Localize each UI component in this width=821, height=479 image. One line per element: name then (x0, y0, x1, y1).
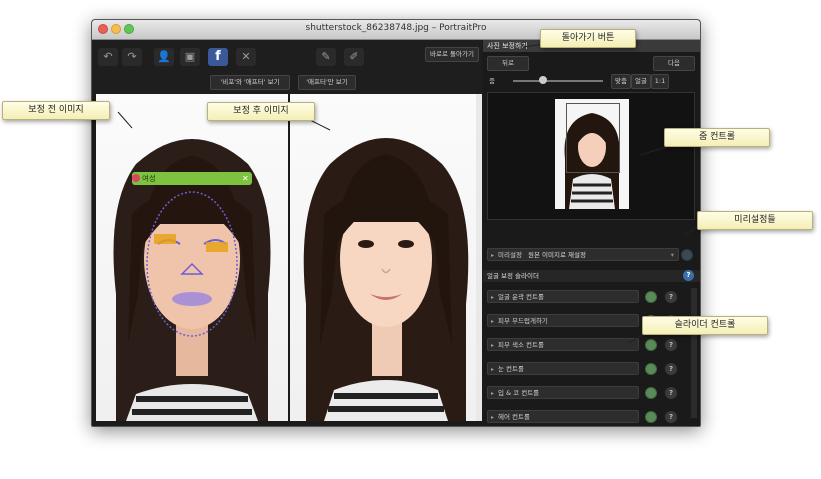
app-window: shutterstock_86238748.jpg – PortraitPro … (91, 19, 701, 427)
after-image[interactable] (290, 94, 482, 421)
next-button[interactable]: 다음 (653, 56, 695, 71)
navigator-view[interactable] (487, 92, 695, 220)
preset-row[interactable]: 미리설정 원본 이미지로 재설정 ▾ (487, 248, 679, 262)
slider-toggle-icon[interactable] (645, 339, 657, 351)
slider-help-icon[interactable]: ? (665, 387, 677, 399)
zoom-face-button[interactable]: 얼굴 (631, 74, 651, 89)
gender-close-icon[interactable]: ✕ (242, 172, 249, 185)
callout-zoom-control: 줌 컨트롤 (664, 128, 770, 147)
people-icon[interactable]: 👤 (154, 48, 174, 66)
callout-slider-controls: 슬라이더 컨트롤 (642, 316, 768, 335)
zoom-label: 줌 (489, 77, 495, 85)
sliders-header: 얼굴 보정 슬라이더 (487, 272, 539, 280)
slider-row[interactable]: 피부 색소 컨트롤 (487, 338, 639, 352)
slider-toggle-icon[interactable] (645, 291, 657, 303)
slider-help-icon[interactable]: ? (665, 339, 677, 351)
preset-label: 미리설정 (498, 251, 522, 259)
slider-row-label: 피부 색소 컨트롤 (498, 341, 544, 349)
callout-after-image: 보정 후 이미지 (207, 102, 315, 121)
tab-before-after[interactable]: '비포'와 '애프터' 보기 (210, 75, 290, 90)
slider-help-icon[interactable]: ? (665, 291, 677, 303)
slider-row[interactable]: 헤어 컨트롤 (487, 410, 639, 424)
slider-row-label: 얼굴 윤곽 컨트롤 (498, 293, 544, 301)
brush-add-icon[interactable]: ✎ (316, 48, 336, 66)
save-icon[interactable]: ▣ (180, 48, 200, 66)
navigator-viewport-box[interactable] (566, 103, 620, 173)
zoom-slider[interactable] (513, 80, 603, 82)
slider-toggle-icon[interactable] (645, 411, 657, 423)
brush-remove-icon[interactable]: ✐ (344, 48, 364, 66)
undo-icon[interactable]: ↶ (98, 48, 118, 66)
sliders-header-bar: 얼굴 보정 슬라이더 ? (483, 270, 700, 282)
slider-row-label: 피부 부드럽게하기 (498, 317, 548, 325)
slider-row[interactable]: 입 & 코 컨트롤 (487, 386, 639, 400)
close-icon[interactable]: ✕ (236, 48, 256, 66)
zoom-slider-knob[interactable] (539, 76, 547, 84)
back-button[interactable]: 뒤로 (487, 56, 529, 71)
slider-row[interactable]: 얼굴 윤곽 컨트롤 (487, 290, 639, 304)
preset-value[interactable]: 원본 이미지로 재설정 (528, 249, 586, 262)
tab-after-only[interactable]: '애프터'만 보기 (298, 75, 356, 90)
slider-scrollbar[interactable] (691, 288, 697, 418)
slider-help-icon[interactable]: ? (665, 411, 677, 423)
navigator-thumbnail (555, 99, 629, 209)
preset-settings-icon[interactable] (681, 249, 693, 261)
callout-back-button: 돌아가기 버튼 (540, 29, 636, 48)
slider-row[interactable]: 피부 부드럽게하기 (487, 314, 639, 328)
preset-dropdown-icon[interactable]: ▾ (671, 249, 674, 262)
facebook-button[interactable]: f (208, 48, 228, 66)
redo-icon[interactable]: ↷ (122, 48, 142, 66)
toolbar: ↶ ↷ 👤 ▣ f ✕ ✎ ✐ 바로로 돌아가기 '비포'와 '애프터' 보기 … (92, 40, 482, 96)
zoom-fit-button[interactable]: 맞춤 (611, 74, 631, 89)
slider-row-label: 눈 컨트롤 (498, 365, 524, 373)
slider-help-icon[interactable]: ? (665, 363, 677, 375)
callout-before-image: 보정 전 이미지 (2, 101, 110, 120)
slider-row-label: 헤어 컨트롤 (498, 413, 530, 421)
slider-row[interactable]: 눈 컨트롤 (487, 362, 639, 376)
gender-label: 여성 (142, 174, 156, 183)
zoom-ratio-button[interactable]: 1:1 (651, 74, 669, 89)
slider-toggle-icon[interactable] (645, 363, 657, 375)
before-image[interactable]: 여성 ✕ (96, 94, 288, 421)
slider-row-label: 입 & 코 컨트롤 (498, 389, 540, 397)
slider-toggle-icon[interactable] (645, 387, 657, 399)
callout-presets: 미리설정들 (697, 211, 813, 230)
revert-button[interactable]: 바로로 돌아가기 (425, 47, 479, 62)
side-panel: 사진 보정하기 뒤로 다음 줌 맞춤 얼굴 1:1 미리설정 원본 이미지로 재 (483, 40, 700, 426)
help-icon[interactable]: ? (683, 270, 694, 281)
